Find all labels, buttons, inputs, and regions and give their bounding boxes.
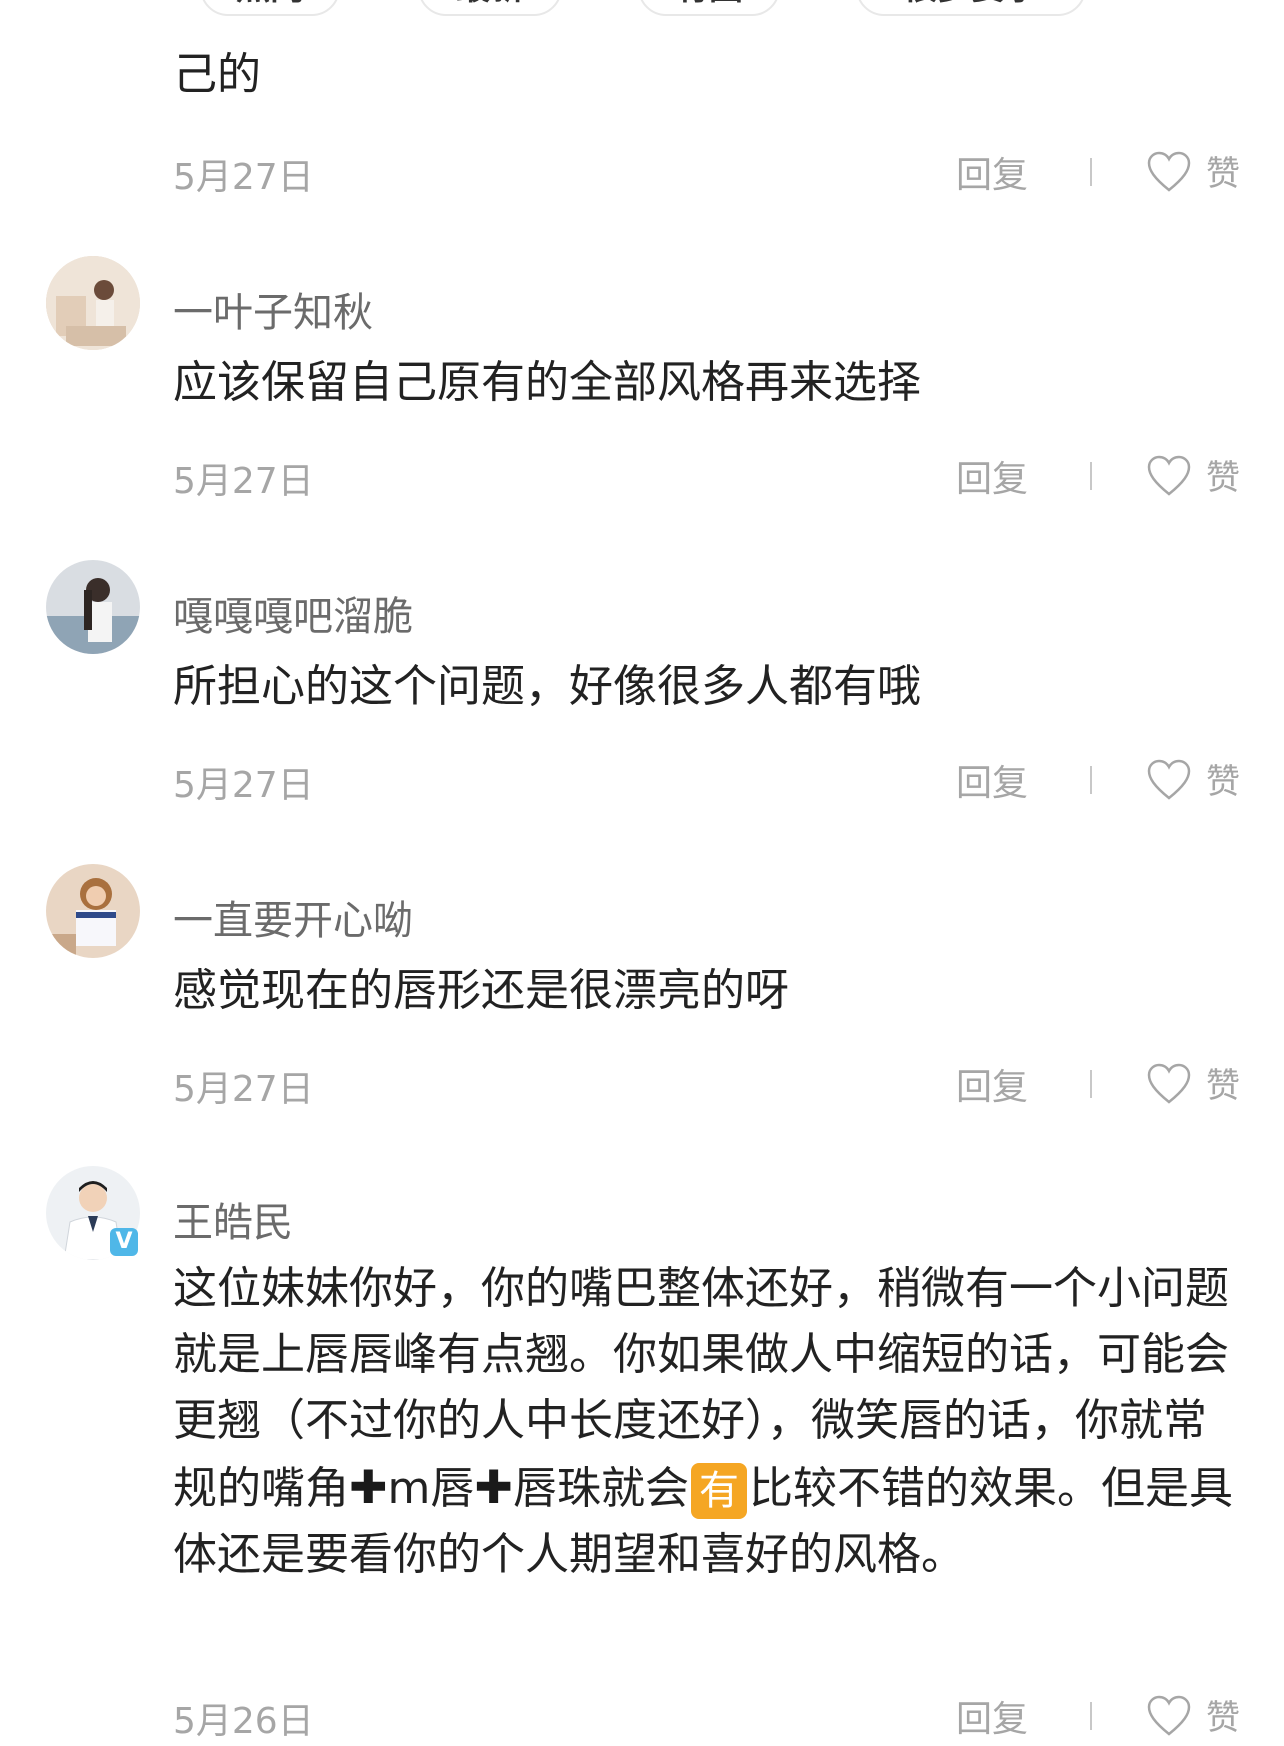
tab-with-image[interactable]: 有图 xyxy=(638,0,780,16)
like-label[interactable]: 赞 xyxy=(1206,754,1240,803)
tab-hot[interactable]: 热门 xyxy=(200,0,340,16)
avatar[interactable] xyxy=(46,256,140,350)
avatar-image xyxy=(46,560,140,654)
divider xyxy=(1090,1070,1092,1098)
username[interactable]: 王皓民 xyxy=(173,1190,293,1248)
heart-icon[interactable] xyxy=(1146,1062,1192,1106)
comment-meta: 5月27日 回复 赞 xyxy=(0,750,1284,810)
comment-date: 5月27日 xyxy=(173,1069,314,1110)
heart-icon[interactable] xyxy=(1146,1694,1192,1738)
username[interactable]: 嘎嘎嘎吧溜脆 xyxy=(173,584,413,642)
like-label[interactable]: 赞 xyxy=(1206,1058,1240,1107)
comment-text: 所担心的这个问题，好像很多人都有哦 xyxy=(173,661,921,712)
avatar-image xyxy=(46,864,140,958)
comment-text: 己的 xyxy=(173,49,261,100)
comment-text: 这位妹妹你好，你的嘴巴整体还好，稍微有一个小问题就是上唇唇峰有点翘。你如果做人中… xyxy=(173,1256,1243,1588)
plus-icon: ✚ xyxy=(349,1460,388,1514)
heart-icon[interactable] xyxy=(1146,454,1192,498)
comment-text-part: m唇 xyxy=(387,1463,475,1514)
comment-meta: 5月27日 回复 赞 xyxy=(0,446,1284,506)
you-badge-icon: 有 xyxy=(690,1463,747,1519)
comment-date: 5月27日 xyxy=(173,765,314,806)
divider xyxy=(1090,766,1092,794)
comment-text: 应该保留自己原有的全部风格再来选择 xyxy=(173,357,921,408)
reply-button[interactable]: 回复 xyxy=(956,450,1028,502)
like-label[interactable]: 赞 xyxy=(1206,450,1240,499)
avatar[interactable] xyxy=(46,864,140,958)
comment-meta: 5月27日 回复 赞 xyxy=(0,1054,1284,1114)
comment-text-part: 唇珠就会 xyxy=(512,1463,689,1514)
reply-button[interactable]: 回复 xyxy=(956,146,1028,198)
like-label[interactable]: 赞 xyxy=(1206,1690,1240,1739)
divider xyxy=(1090,1702,1092,1730)
avatar[interactable] xyxy=(46,560,140,654)
heart-icon[interactable] xyxy=(1146,150,1192,194)
verified-badge: V xyxy=(110,1228,138,1256)
comment-date: 5月27日 xyxy=(173,157,314,198)
comment-meta: 5月27日 回复 赞 xyxy=(0,142,1284,202)
comment-meta: 5月26日 回复 赞 xyxy=(0,1686,1284,1746)
username[interactable]: 一直要开心呦 xyxy=(173,888,413,946)
filter-tabs: 热门 最新 有图 很多要求 xyxy=(0,0,1284,20)
reply-button[interactable]: 回复 xyxy=(956,1690,1028,1742)
tab-latest[interactable]: 最新 xyxy=(418,0,562,16)
like-label[interactable]: 赞 xyxy=(1206,146,1240,195)
comment-date: 5月26日 xyxy=(173,1701,314,1742)
username[interactable]: 一叶子知秋 xyxy=(173,280,373,338)
divider xyxy=(1090,462,1092,490)
comment-date: 5月27日 xyxy=(173,461,314,502)
reply-button[interactable]: 回复 xyxy=(956,1058,1028,1110)
comment-text: 感觉现在的唇形还是很漂亮的呀 xyxy=(173,965,789,1016)
reply-button[interactable]: 回复 xyxy=(956,754,1028,806)
plus-icon: ✚ xyxy=(474,1460,513,1514)
divider xyxy=(1090,158,1092,186)
avatar-image xyxy=(46,256,140,350)
heart-icon[interactable] xyxy=(1146,758,1192,802)
tab-more[interactable]: 很多要求 xyxy=(856,0,1086,16)
